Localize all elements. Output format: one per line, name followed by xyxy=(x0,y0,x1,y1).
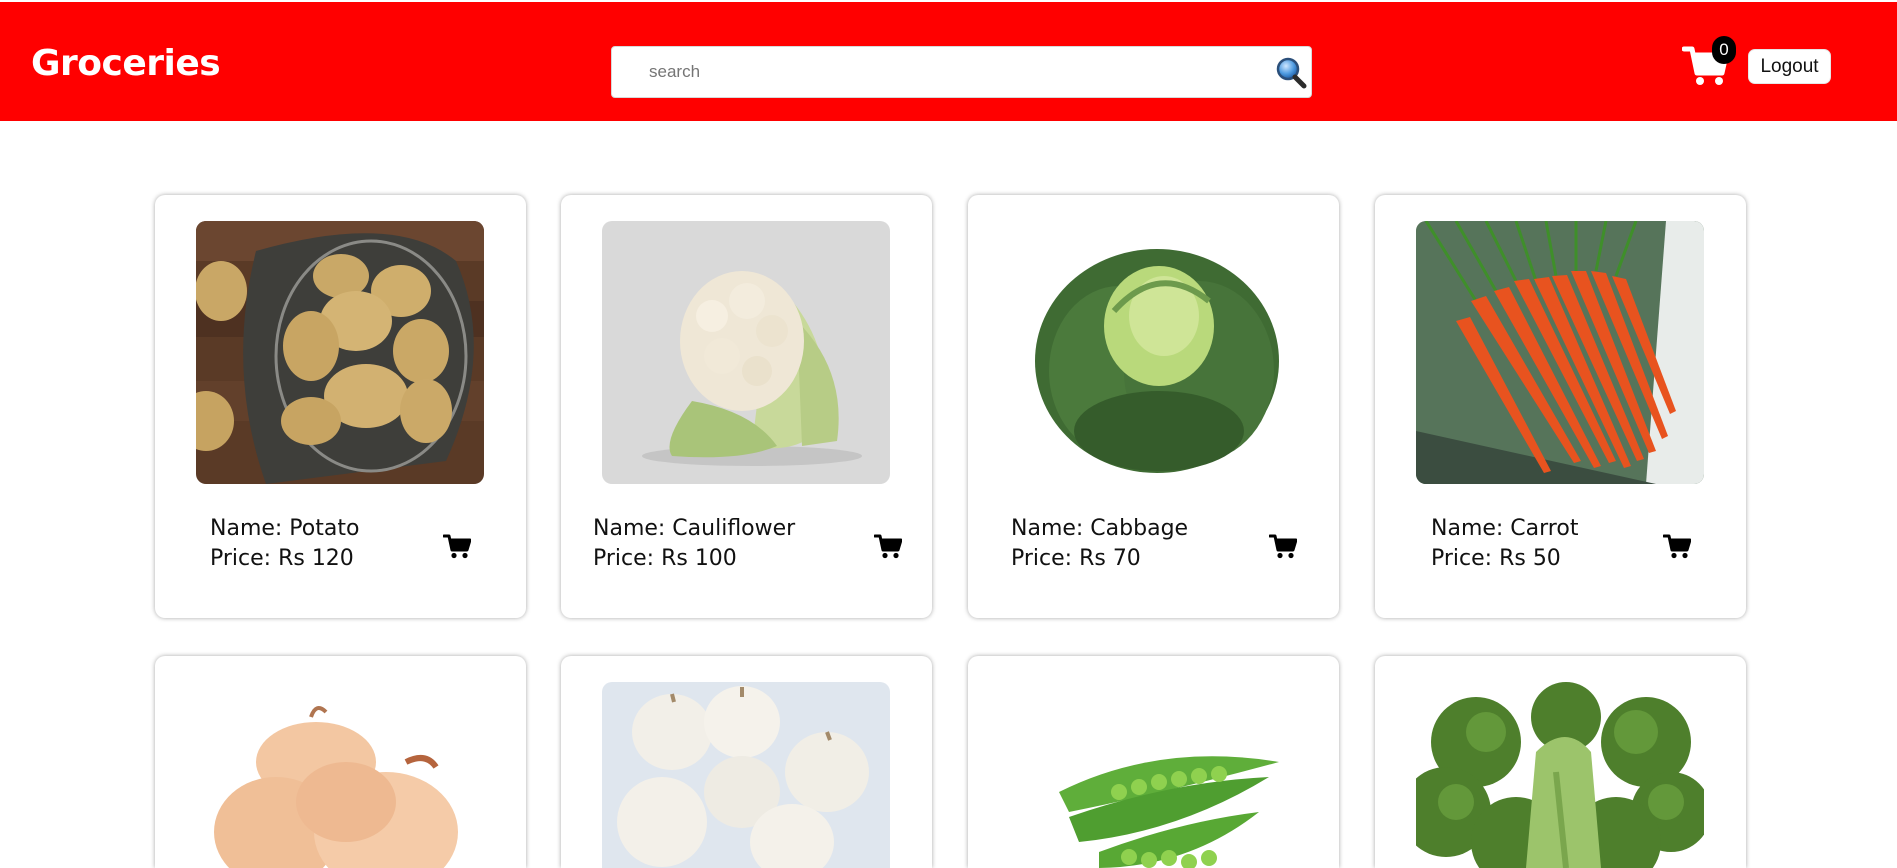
carrot-photo xyxy=(1416,221,1704,484)
add-to-cart-button[interactable] xyxy=(442,533,472,559)
brand-title[interactable]: Groceries xyxy=(31,40,221,88)
search-box xyxy=(611,46,1312,98)
add-to-cart-button[interactable] xyxy=(873,533,903,559)
cart-count-badge: 0 xyxy=(1712,36,1736,64)
product-card xyxy=(968,656,1339,868)
product-image xyxy=(1416,682,1704,868)
product-info: Name: Cabbage Price: Rs 70 xyxy=(1011,514,1188,574)
product-price: Price: Rs 120 xyxy=(210,546,354,571)
product-info: Name: Cauliflower Price: Rs 100 xyxy=(593,514,795,574)
cart-icon xyxy=(1268,534,1298,559)
cabbage-photo xyxy=(1009,221,1297,484)
search-button[interactable] xyxy=(1273,53,1309,91)
product-card: Name: Carrot Price: Rs 50 xyxy=(1375,195,1746,618)
cauliflower-photo xyxy=(602,221,890,484)
navbar: Groceries 0 Logou xyxy=(0,2,1897,121)
search-input[interactable] xyxy=(612,47,1252,97)
green-peas-photo xyxy=(1009,682,1297,868)
broccoli-photo xyxy=(1416,682,1704,868)
product-image xyxy=(602,682,890,868)
cart-icon xyxy=(442,534,472,559)
product-price: Price: Rs 100 xyxy=(593,546,737,571)
product-image xyxy=(1009,682,1297,868)
product-name: Name: Cauliflower xyxy=(593,516,796,541)
add-to-cart-button[interactable] xyxy=(1662,533,1692,559)
product-card: Name: Cauliflower Price: Rs 100 xyxy=(561,195,932,618)
product-image xyxy=(196,221,484,484)
product-info: Name: Potato Price: Rs 120 xyxy=(210,514,359,574)
add-to-cart-button[interactable] xyxy=(1268,533,1298,559)
potato-photo xyxy=(196,221,484,484)
garlic-photo xyxy=(602,682,890,868)
cart-icon xyxy=(873,534,903,559)
product-card: Name: Potato Price: Rs 120 xyxy=(155,195,526,618)
product-price: Price: Rs 50 xyxy=(1431,546,1561,571)
cart-icon xyxy=(1662,534,1692,559)
product-image xyxy=(1416,221,1704,484)
product-image xyxy=(196,682,484,868)
product-name: Name: Carrot xyxy=(1431,516,1579,541)
product-price: Price: Rs 70 xyxy=(1011,546,1141,571)
product-image xyxy=(1009,221,1297,484)
product-image xyxy=(602,221,890,484)
product-card xyxy=(155,656,526,868)
product-card xyxy=(561,656,932,868)
magnifier-icon xyxy=(1276,57,1307,89)
logout-button[interactable]: Logout xyxy=(1748,49,1831,84)
product-name: Name: Potato xyxy=(210,516,360,541)
product-info: Name: Carrot Price: Rs 50 xyxy=(1431,514,1578,574)
onion-photo xyxy=(196,682,484,868)
product-card xyxy=(1375,656,1746,868)
product-name: Name: Cabbage xyxy=(1011,516,1189,541)
product-card: Name: Cabbage Price: Rs 70 xyxy=(968,195,1339,618)
